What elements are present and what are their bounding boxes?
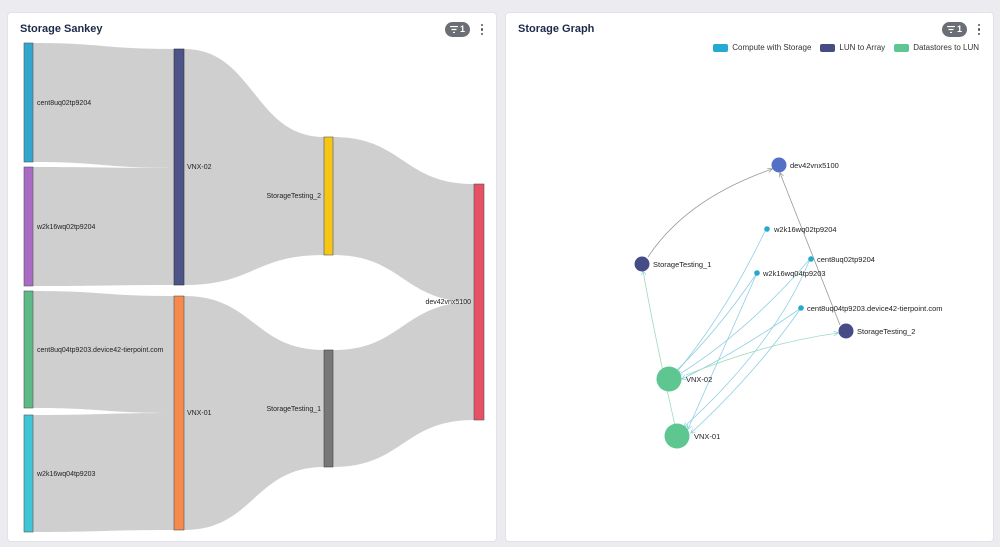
sankey-node[interactable] <box>323 349 334 468</box>
sankey-node[interactable] <box>23 414 34 533</box>
graph-node[interactable] <box>664 423 690 449</box>
sankey-node-label: dev42vnx5100 <box>425 299 471 306</box>
graph-labels: dev42vnx5100 w2k16wq02tp9204 cent8uq02tp… <box>653 161 943 441</box>
sankey-node[interactable] <box>173 295 185 531</box>
sankey-node-label: w2k16wq02tp9204 <box>36 224 95 231</box>
graph-edge[interactable] <box>643 271 678 435</box>
sankey-node-label: cent8uq04tp9203.device42-tierpoint.com <box>37 347 164 354</box>
graph-node-label: StorageTesting_2 <box>857 327 915 336</box>
sankey-node-label: StorageTesting_1 <box>267 406 322 413</box>
graph-node[interactable] <box>764 226 770 232</box>
graph-node-label: dev42vnx5100 <box>790 161 839 170</box>
graph-node[interactable] <box>808 256 814 262</box>
storage-sankey-panel: Storage Sankey 1 cent8uq02tp9204 w2k16wq… <box>7 12 497 542</box>
sankey-node-label: VNX-01 <box>187 410 212 417</box>
graph-node[interactable] <box>838 323 854 339</box>
graph-node-label: cent8uq02tp9204 <box>817 255 875 264</box>
sankey-node[interactable] <box>323 136 334 256</box>
sankey-node[interactable] <box>473 183 485 421</box>
sankey-chart: cent8uq02tp9204 w2k16wq02tp9204 cent8uq0… <box>23 42 485 533</box>
graph-node[interactable] <box>634 256 650 272</box>
storage-graph-panel: Storage Graph 1 Compute with Storage LUN… <box>505 12 994 542</box>
graph-edges <box>643 169 841 435</box>
sankey-link[interactable] <box>333 137 474 302</box>
sankey-link[interactable] <box>333 302 474 467</box>
sankey-node-label: VNX-02 <box>187 164 212 171</box>
graph-node-label: StorageTesting_1 <box>653 260 711 269</box>
graph-node-label: w2k16wq04tp9203 <box>762 269 826 278</box>
graph-node[interactable] <box>754 270 760 276</box>
sankey-node[interactable] <box>173 48 185 286</box>
graph-edge[interactable] <box>691 307 802 433</box>
graph-node[interactable] <box>798 305 804 311</box>
graph-node-label: w2k16wq02tp9204 <box>773 225 837 234</box>
sankey-links <box>33 43 474 532</box>
graph-node-label: cent8uq04tp9203.device42-tierpoint.com <box>807 304 943 313</box>
sankey-node-label: cent8uq02tp9204 <box>37 100 91 107</box>
sankey-node[interactable] <box>23 290 34 409</box>
graph-edge[interactable] <box>674 272 758 373</box>
network-graph: dev42vnx5100 w2k16wq02tp9204 cent8uq02tp… <box>634 157 943 449</box>
graph-node-label: VNX-02 <box>686 375 712 384</box>
graph-edge[interactable] <box>688 272 758 429</box>
sankey-node[interactable] <box>23 42 34 163</box>
graph-node[interactable] <box>656 366 682 392</box>
graph-node[interactable] <box>771 157 787 173</box>
sankey-node-label: StorageTesting_2 <box>267 193 322 200</box>
sankey-node[interactable] <box>23 166 34 287</box>
graph-edge[interactable] <box>647 169 772 258</box>
sankey-node-label: w2k16wq04tp9203 <box>36 471 95 478</box>
graph-node-label: VNX-01 <box>694 432 720 441</box>
